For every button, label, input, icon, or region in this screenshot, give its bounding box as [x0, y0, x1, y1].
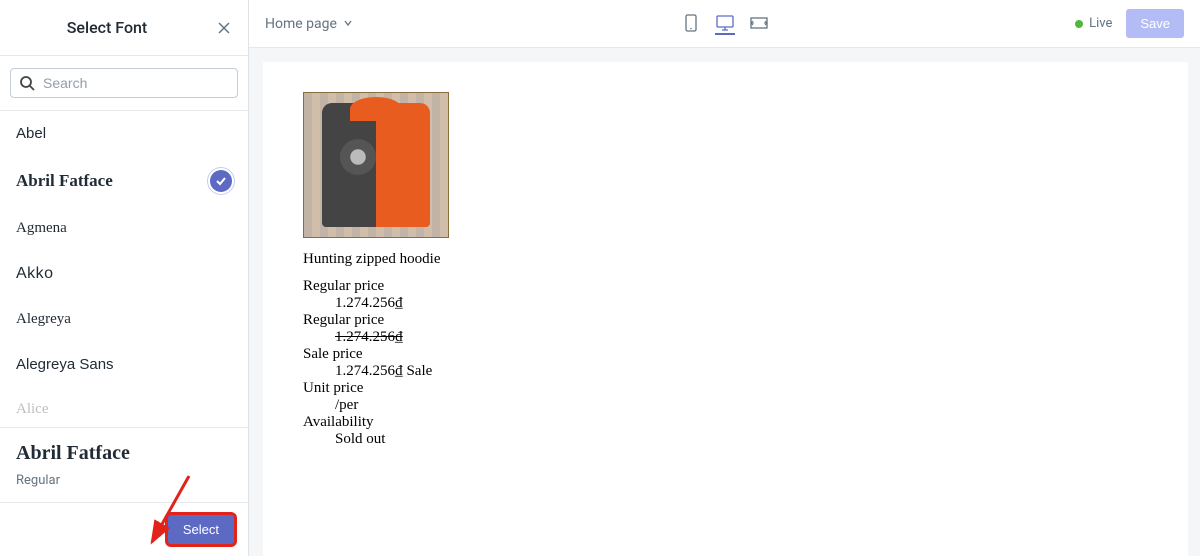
regular-price-value: 1.274.256₫	[335, 295, 1148, 312]
preview-canvas[interactable]: Hunting zipped hoodie Regular price 1.27…	[263, 62, 1188, 556]
price-block: Regular price 1.274.256₫ Regular price 1…	[303, 278, 1148, 448]
font-item-agmena[interactable]: Agmena	[0, 206, 248, 251]
desktop-icon[interactable]	[715, 15, 735, 35]
font-name: Alegreya	[16, 311, 71, 328]
sidebar-header: Select Font	[0, 0, 248, 56]
search-box[interactable]	[10, 68, 238, 98]
availability-label: Availability	[303, 414, 1148, 431]
live-label: Live	[1089, 16, 1112, 31]
select-footer: Select	[0, 502, 248, 556]
sidebar-title: Select Font	[0, 18, 214, 37]
font-item-alegreya[interactable]: Alegreya	[0, 297, 248, 342]
selected-font-name: Abril Fatface	[0, 428, 248, 471]
live-dot-icon	[1075, 20, 1083, 28]
availability-value: Sold out	[335, 431, 1148, 448]
product-image	[303, 92, 449, 238]
topbar: Home page Live	[249, 0, 1200, 48]
save-button[interactable]: Save	[1126, 9, 1184, 38]
font-name: Alegreya Sans	[16, 356, 114, 373]
product-title: Hunting zipped hoodie	[303, 251, 1148, 268]
sale-price-label: Sale price	[303, 346, 1148, 363]
font-item-abril-fatface[interactable]: Abril Fatface	[0, 156, 248, 206]
unit-price-value: /per	[335, 397, 1148, 414]
search-icon	[19, 75, 35, 91]
font-name: Akko	[16, 265, 54, 283]
topbar-right: Live Save	[1075, 9, 1184, 38]
selected-check-icon	[210, 170, 232, 192]
selected-font-section: Abril Fatface Regular Select	[0, 427, 248, 556]
page-label: Home page	[265, 16, 337, 32]
regular-price-label-2: Regular price	[303, 312, 1148, 329]
font-name: Alice	[16, 401, 48, 418]
live-indicator: Live	[1075, 16, 1112, 31]
chevron-down-icon	[343, 16, 353, 32]
font-name: Abel	[16, 125, 46, 142]
preview-canvas-wrap: Hunting zipped hoodie Regular price 1.27…	[249, 48, 1200, 556]
font-name: Abril Fatface	[16, 171, 113, 191]
search-wrap	[0, 56, 248, 111]
regular-price-value-2: 1.274.256₫	[335, 329, 1148, 346]
sale-price-value: 1.274.256₫ Sale	[335, 363, 1148, 380]
font-item-alegreya-sans[interactable]: Alegreya Sans	[0, 342, 248, 387]
font-item-alice[interactable]: Alice	[0, 387, 248, 427]
selected-font-weight: Regular	[0, 471, 248, 502]
font-item-abel[interactable]: Abel	[0, 111, 248, 156]
device-switcher	[681, 14, 769, 34]
font-list[interactable]: Abel Abril Fatface Agmena Akko Alegreya …	[0, 111, 248, 427]
unit-price-label: Unit price	[303, 380, 1148, 397]
font-item-akko[interactable]: Akko	[0, 251, 248, 297]
main-area: Home page Live	[249, 0, 1200, 556]
fullwidth-icon[interactable]	[749, 14, 769, 34]
regular-price-label: Regular price	[303, 278, 1148, 295]
font-name: Agmena	[16, 220, 67, 237]
select-button[interactable]: Select	[168, 515, 234, 544]
font-picker-sidebar: Select Font Abel Abril Fatface	[0, 0, 249, 556]
mobile-icon[interactable]	[681, 14, 701, 34]
page-selector[interactable]: Home page	[265, 16, 353, 32]
close-icon[interactable]	[214, 18, 234, 38]
search-input[interactable]	[43, 75, 229, 91]
